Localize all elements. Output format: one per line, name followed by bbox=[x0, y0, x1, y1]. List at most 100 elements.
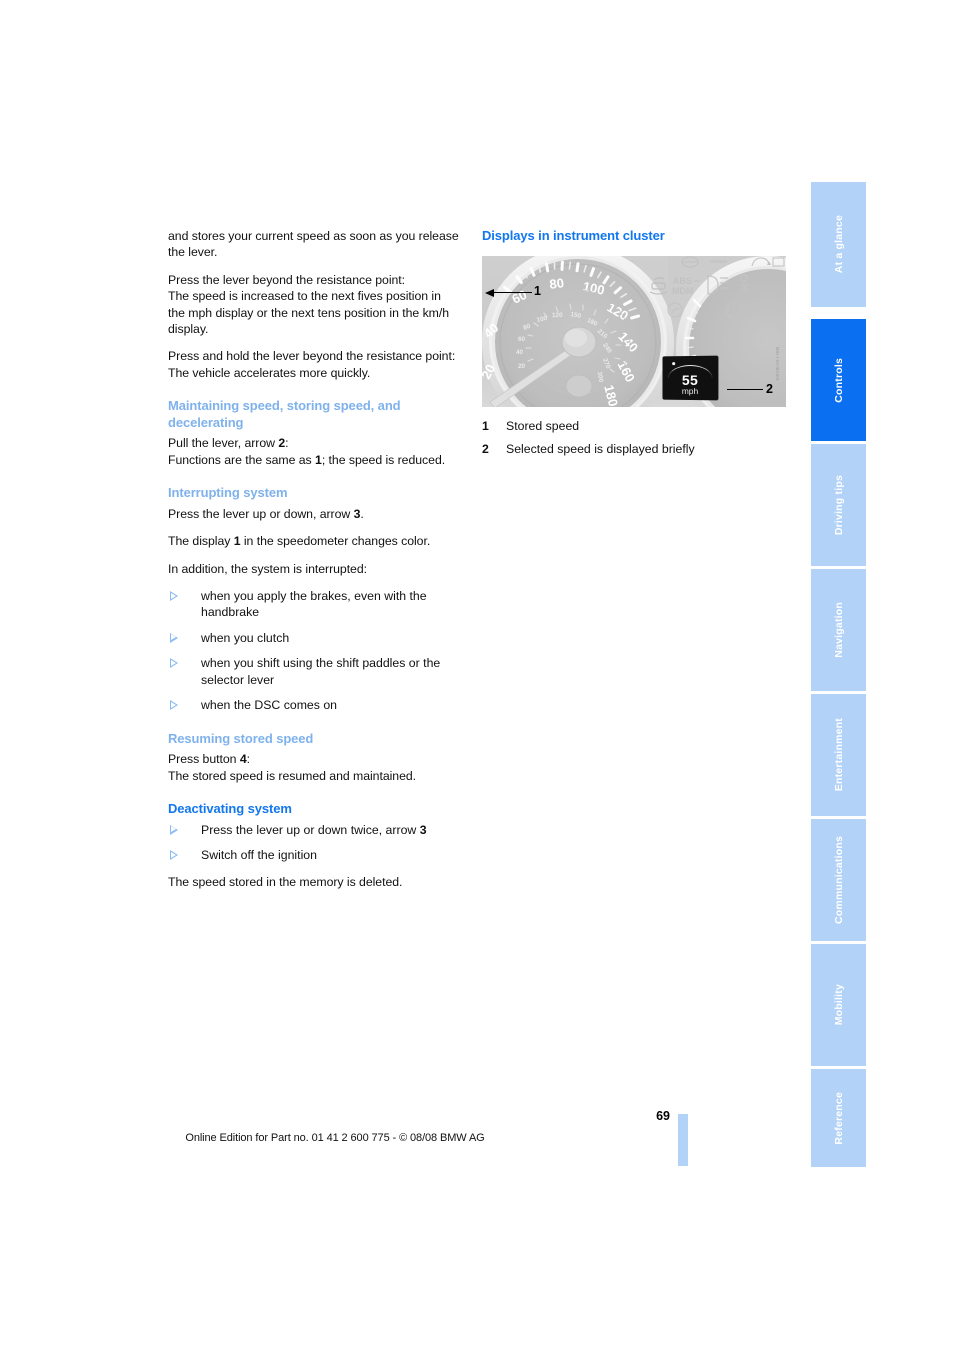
heading-maintaining-speed: Maintaining speed, storing speed, and de… bbox=[168, 398, 401, 430]
triangle-bullet-icon bbox=[170, 849, 178, 860]
sidebar-item-entertainment[interactable]: Entertainment bbox=[811, 694, 866, 816]
press-button-post: : bbox=[246, 752, 250, 767]
list-item-label: Press the lever up or down twice, arrow bbox=[201, 822, 420, 837]
display-ref-1: 1 bbox=[233, 534, 241, 549]
page-number: 69 bbox=[656, 1109, 670, 1123]
svg-text:80: 80 bbox=[549, 275, 565, 292]
resuming-line-2: The stored speed is resumed and maintain… bbox=[168, 768, 417, 783]
maintaining-speed-body: Pull the lever, arrow 2: Functions are t… bbox=[168, 435, 461, 468]
callout-1-label: 1 bbox=[534, 283, 541, 298]
footer-accent-bar bbox=[678, 1114, 688, 1166]
sidebar-item-navigation[interactable]: Navigation bbox=[811, 569, 866, 691]
hold-lever-paragraph: Press and hold the lever beyond the resi… bbox=[168, 348, 461, 381]
list-item-label: when you clutch bbox=[201, 630, 290, 645]
legend-number: 2 bbox=[482, 442, 489, 456]
functions-same-post: ; the speed is reduced. bbox=[321, 452, 446, 467]
instrument-cluster-figure: 20 40 60 80 100 120 140 160 180 20 40 60… bbox=[482, 255, 786, 407]
sidebar-item-label: Navigation bbox=[832, 602, 845, 658]
svg-text:ABS: ABS bbox=[673, 276, 692, 286]
callout-2-label: 2 bbox=[766, 381, 773, 396]
deactivating-steps-list: Press the lever up or down twice, arrow … bbox=[168, 822, 461, 864]
svg-text:60: 60 bbox=[518, 336, 526, 343]
press-button-pre: Press button bbox=[168, 752, 240, 767]
functions-same-pre: Functions are the same as bbox=[168, 452, 316, 467]
heading-resuming-stored-speed: Resuming stored speed bbox=[168, 730, 314, 746]
sidebar-item-communications[interactable]: Communications bbox=[811, 819, 866, 941]
figure-credit: MIN-I-DV-BASIS bbox=[775, 346, 780, 381]
triangle-bullet-icon bbox=[170, 824, 178, 835]
instrument-cluster-illustration: 20 40 60 80 100 120 140 160 180 20 40 60… bbox=[482, 255, 786, 407]
display-speed-unit: mph bbox=[681, 385, 699, 396]
press-lever-post: . bbox=[360, 506, 364, 521]
list-item: Press the lever up or down twice, arrow … bbox=[168, 822, 461, 838]
pull-lever-text: Pull the lever, arrow bbox=[168, 436, 279, 451]
speed-display-box: 55 mph bbox=[662, 355, 719, 400]
sidebar-item-label: Controls bbox=[832, 357, 845, 403]
footer-imprint: Online Edition for Part no. 01 41 2 600 … bbox=[185, 1132, 485, 1144]
interrupting-line-2: The display 1 in the speedometer changes… bbox=[168, 533, 461, 549]
arrow-ref-3: 3 bbox=[419, 822, 427, 837]
sidebar-item-label: Mobility bbox=[832, 984, 845, 1026]
sidebar-item-driving-tips[interactable]: Driving tips bbox=[811, 444, 866, 566]
svg-text:120: 120 bbox=[552, 311, 563, 318]
chapter-index-tabs: At a glance Controls Driving tips Naviga… bbox=[811, 182, 866, 1167]
sidebar-item-mobility[interactable]: Mobility bbox=[811, 944, 866, 1066]
list-item-label: Switch off the ignition bbox=[201, 847, 317, 862]
list-item: when you apply the brakes, even with the… bbox=[168, 588, 461, 621]
svg-text:40: 40 bbox=[516, 349, 524, 356]
svg-text:MDM: MDM bbox=[672, 286, 694, 296]
sidebar-item-at-a-glance[interactable]: At a glance bbox=[811, 182, 866, 307]
interrupting-conditions-list: when you apply the brakes, even with the… bbox=[168, 588, 461, 713]
sidebar-item-controls[interactable]: Controls bbox=[811, 319, 866, 441]
display-changes-pre: The display bbox=[168, 534, 234, 549]
triangle-bullet-icon bbox=[170, 700, 178, 711]
legend-row: 2 Selected speed is displayed briefly bbox=[482, 441, 788, 457]
left-text-column: and stores your current speed as soon as… bbox=[168, 228, 461, 902]
display-speed-value: 55 bbox=[681, 371, 699, 388]
interrupting-line-1: Press the lever up or down, arrow 3. bbox=[168, 506, 461, 522]
triangle-bullet-icon bbox=[170, 658, 178, 669]
triangle-bullet-icon bbox=[170, 632, 178, 643]
sidebar-item-label: At a glance bbox=[832, 215, 845, 274]
sidebar-item-label: Driving tips bbox=[832, 474, 845, 536]
legend-number: 1 bbox=[482, 418, 489, 433]
pull-lever-colon: : bbox=[285, 436, 289, 451]
legend-row: 1 Stored speed bbox=[482, 418, 788, 434]
intro-paragraph: and stores your current speed as soon as… bbox=[168, 229, 459, 260]
list-item: when you shift using the shift paddles o… bbox=[168, 655, 461, 688]
resistance-point-line-2: The speed is increased to the next fives… bbox=[168, 289, 450, 337]
figure-legend: 1 Stored speed 2 Selected speed is displ… bbox=[482, 418, 788, 458]
manual-page: and stores your current speed as soon as… bbox=[0, 0, 954, 1350]
list-item-label: when you shift using the shift paddles o… bbox=[201, 656, 441, 687]
arrow-ref-1: 1 bbox=[315, 452, 322, 467]
press-lever-pre: Press the lever up or down, arrow bbox=[168, 506, 354, 521]
callout-2-leader-line bbox=[727, 388, 763, 391]
sidebar-item-label: Reference bbox=[832, 1091, 845, 1145]
display-indicator-dot-icon bbox=[672, 361, 675, 365]
hold-lever-line-2: The vehicle accelerates more quickly. bbox=[168, 365, 371, 380]
resuming-body: Press button 4: The stored speed is resu… bbox=[168, 751, 461, 784]
sidebar-item-label: Communications bbox=[832, 836, 845, 924]
sidebar-item-label: Entertainment bbox=[832, 718, 845, 792]
resistance-point-paragraph: Press the lever beyond the resistance po… bbox=[168, 272, 461, 338]
callout-1-leader-line bbox=[490, 291, 532, 294]
legend-text: Stored speed bbox=[506, 418, 580, 433]
triangle-bullet-icon bbox=[170, 591, 178, 602]
deactivating-closing-text: The speed stored in the memory is delete… bbox=[168, 875, 403, 890]
right-text-column: Displays in instrument cluster 20 40 60 … bbox=[482, 228, 788, 464]
heading-deactivating-system: Deactivating system bbox=[168, 800, 292, 816]
hold-lever-line-1: Press and hold the lever beyond the resi… bbox=[168, 349, 456, 364]
list-item-label: when the DSC comes on bbox=[201, 698, 338, 713]
svg-text:20: 20 bbox=[518, 363, 526, 370]
resistance-point-line-1: Press the lever beyond the resistance po… bbox=[168, 272, 406, 287]
heading-displays-in-instrument-cluster: Displays in instrument cluster bbox=[482, 228, 665, 243]
list-item: Switch off the ignition bbox=[168, 847, 461, 863]
sidebar-item-reference[interactable]: Reference bbox=[811, 1069, 866, 1167]
list-item: when the DSC comes on bbox=[168, 697, 461, 713]
list-item: when you clutch bbox=[168, 630, 461, 646]
display-changes-post: in the speedometer changes color. bbox=[240, 534, 431, 549]
interrupting-line-3: In addition, the system is interrupted: bbox=[168, 561, 368, 576]
legend-text: Selected speed is displayed briefly bbox=[506, 442, 695, 456]
heading-interrupting-system: Interrupting system bbox=[168, 485, 288, 501]
list-item-label: when you apply the brakes, even with the… bbox=[201, 589, 427, 620]
